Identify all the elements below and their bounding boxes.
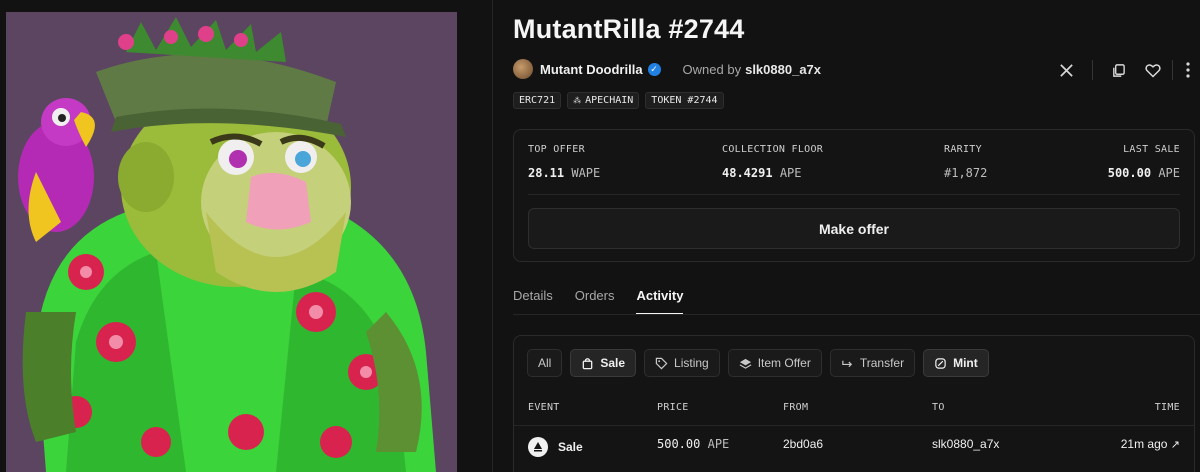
transfer-icon xyxy=(842,360,852,367)
gorilla-artwork xyxy=(6,12,457,472)
tab-activity[interactable]: Activity xyxy=(636,288,684,315)
row-from[interactable]: 2bd0a6 xyxy=(783,437,823,451)
owner-link[interactable]: slk0880_a7x xyxy=(745,62,821,77)
bag-icon xyxy=(583,357,593,369)
stat-collection-floor: COLLECTION FLOOR 48.4291 APE xyxy=(722,144,824,180)
nft-image[interactable] xyxy=(6,12,457,472)
layers-icon xyxy=(739,358,752,369)
tag-standard: ERC721 xyxy=(513,92,562,109)
row-price: 500.00 APE xyxy=(657,437,730,451)
filter-transfer[interactable]: Transfer xyxy=(829,349,916,377)
column-divider xyxy=(492,0,493,472)
tab-orders[interactable]: Orders xyxy=(575,288,615,315)
stat-top-offer: TOP OFFER 28.11 WAPE xyxy=(528,144,601,180)
sep-1 xyxy=(1092,58,1093,82)
collection-name[interactable]: Mutant Doodrilla xyxy=(540,62,643,77)
tag-chain[interactable]: ⁂ APECHAIN xyxy=(567,92,640,109)
activity-header-divider xyxy=(514,425,1194,426)
col-from: FROM xyxy=(783,402,809,413)
nft-title: MutantRilla #2744 xyxy=(513,14,745,44)
heart-icon[interactable] xyxy=(1141,58,1165,82)
activity-card: All Sale Listing Item Offer Transfer Min… xyxy=(513,335,1195,472)
share-actions xyxy=(1054,58,1078,82)
price-card: TOP OFFER 28.11 WAPE COLLECTION FLOOR 48… xyxy=(513,129,1195,262)
more-wrap xyxy=(1181,58,1195,82)
filter-listing[interactable]: Listing xyxy=(644,349,720,377)
apechain-icon: ⁂ xyxy=(573,96,582,105)
row-event: Sale xyxy=(528,437,583,457)
copy-wrap xyxy=(1106,58,1130,82)
verified-icon: ✓ xyxy=(647,62,661,76)
filter-all[interactable]: All xyxy=(527,349,563,377)
row-time[interactable]: 21m ago ↗ xyxy=(1121,437,1180,451)
filter-item-offer[interactable]: Item Offer xyxy=(727,349,822,377)
tag-icon xyxy=(655,357,668,369)
tag-token-id: TOKEN #2744 xyxy=(645,92,724,109)
sale-icon xyxy=(528,437,548,457)
filter-sale[interactable]: Sale xyxy=(570,349,637,377)
copy-icon[interactable] xyxy=(1106,58,1130,82)
detail-tabs: Details Orders Activity xyxy=(513,288,684,315)
card-divider xyxy=(528,194,1180,195)
x-icon[interactable] xyxy=(1054,58,1078,82)
filter-mint[interactable]: Mint xyxy=(923,349,989,377)
nft-page: MutantRilla #2744 Mutant Doodrilla ✓ Own… xyxy=(0,0,1200,472)
stat-rarity: RARITY #1,872 xyxy=(944,144,988,180)
collection-row: Mutant Doodrilla ✓ Owned by slk0880_a7x xyxy=(513,58,821,80)
col-to: TO xyxy=(932,402,945,413)
token-tags: ERC721 ⁂ APECHAIN TOKEN #2744 xyxy=(513,92,724,109)
sep-2 xyxy=(1172,58,1173,82)
make-offer-button[interactable]: Make offer xyxy=(528,208,1180,249)
owned-by-label: Owned by xyxy=(682,61,742,77)
activity-filters: All Sale Listing Item Offer Transfer Min… xyxy=(527,349,989,377)
collection-avatar[interactable] xyxy=(513,59,533,79)
col-time: TIME xyxy=(1154,402,1180,413)
col-event: EVENT xyxy=(528,402,560,413)
heart-wrap xyxy=(1141,58,1165,82)
tab-details[interactable]: Details xyxy=(513,288,553,315)
row-to[interactable]: slk0880_a7x xyxy=(932,437,999,451)
leaf-icon xyxy=(935,357,946,369)
tabs-divider xyxy=(513,314,1200,315)
more-icon[interactable] xyxy=(1181,58,1195,82)
external-link-icon: ↗ xyxy=(1170,438,1180,451)
stat-last-sale: LAST SALE 500.00 APE xyxy=(1107,144,1180,180)
col-price: PRICE xyxy=(657,402,689,413)
